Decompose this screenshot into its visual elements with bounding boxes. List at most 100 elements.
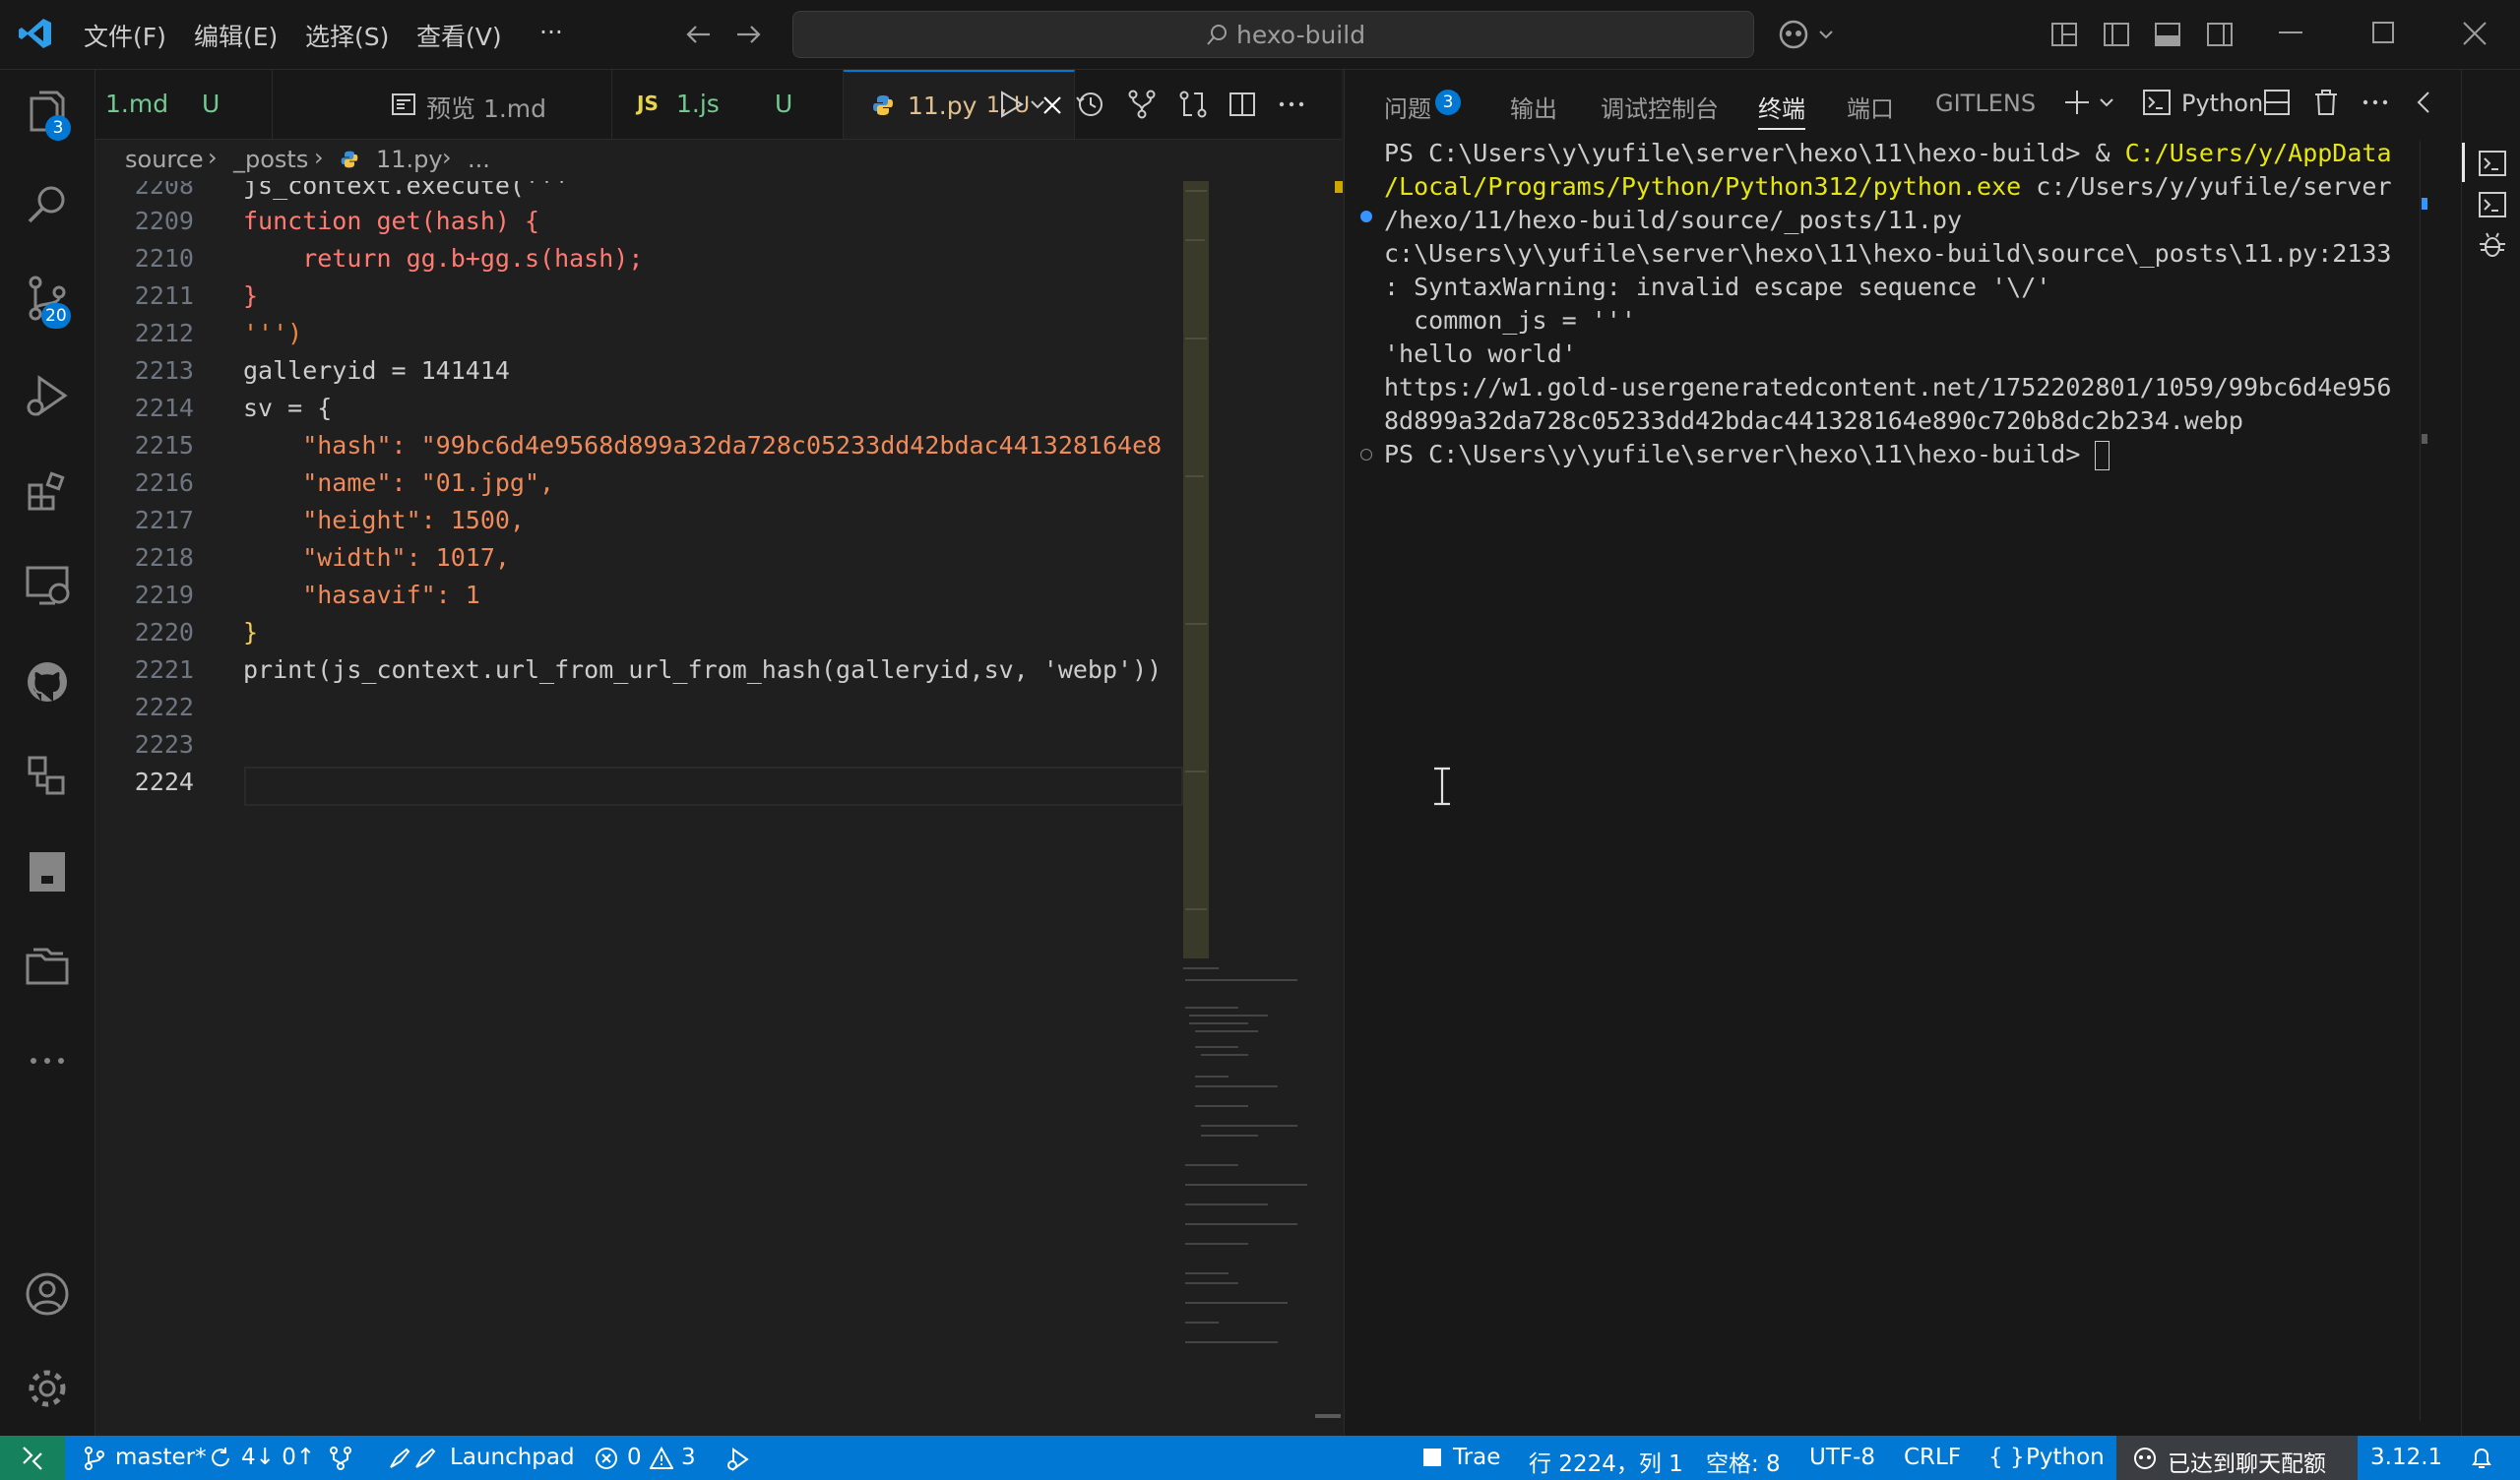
menu-selection[interactable]: 选择(S) — [305, 18, 389, 53]
terminal-line: PS C:\Users\y\yufile\server\hexo\11\hexo… — [1384, 139, 2392, 167]
code-line: 2211} — [134, 281, 259, 310]
tab-1-md[interactable]: 1.md U — [95, 70, 273, 139]
tab-gitlens[interactable]: GITLENS — [1935, 90, 2036, 117]
minimize-icon[interactable] — [2279, 31, 2302, 33]
trash-icon[interactable] — [2311, 88, 2341, 117]
line-endings[interactable]: CRLF — [1904, 1445, 1961, 1470]
editor-scrollbar-thumb[interactable] — [1315, 1414, 1341, 1418]
terminal-name[interactable]: Python — [2181, 90, 2263, 117]
breadcrumb-posts[interactable]: _posts — [233, 146, 308, 173]
launchpad[interactable]: Launchpad — [450, 1445, 575, 1470]
terminal-line: common_js = ''' — [1384, 306, 1636, 335]
git-branch[interactable]: master* — [115, 1445, 207, 1470]
restore-icon[interactable] — [2372, 22, 2394, 43]
chevron-left-icon[interactable] — [2410, 88, 2439, 117]
toggle-panel-icon[interactable] — [2153, 20, 2182, 49]
copilot-icon[interactable] — [1777, 18, 1836, 51]
github-icon[interactable] — [24, 658, 71, 706]
split-terminal-icon[interactable] — [2262, 88, 2292, 117]
accounts-icon[interactable] — [24, 1270, 71, 1318]
customize-layout-icon[interactable] — [2049, 20, 2079, 49]
rocket-icon — [387, 1446, 436, 1471]
bell-icon[interactable] — [2469, 1446, 2494, 1471]
more-views-icon[interactable] — [24, 1037, 71, 1084]
tab-status: U — [775, 90, 793, 118]
git-graph-icon[interactable] — [328, 1446, 353, 1471]
tab-terminal[interactable]: 终端 — [1758, 90, 1805, 130]
forward-arrow-icon[interactable] — [733, 20, 763, 49]
breadcrumb-source[interactable]: source — [125, 146, 204, 173]
command-center-label: hexo-build — [1236, 21, 1366, 49]
preview-icon — [391, 92, 416, 117]
timeline-history-icon[interactable] — [1075, 90, 1104, 119]
command-center-search[interactable]: hexo-build — [792, 11, 1754, 58]
toggle-primary-sidebar-icon[interactable] — [2102, 20, 2131, 49]
search-icon[interactable] — [24, 182, 71, 229]
tab-debug-console[interactable]: 调试控制台 — [1601, 90, 1719, 124]
explorer-badge: 3 — [45, 115, 71, 141]
extensions-icon[interactable] — [24, 467, 71, 515]
command-decoration-dot[interactable] — [1360, 449, 1372, 461]
python-version[interactable]: 3.12.1 — [2370, 1445, 2442, 1470]
terminal-prompt: PS C:\Users\y\yufile\server\hexo\11\hexo… — [1384, 440, 2110, 473]
tab-status: U — [202, 90, 220, 118]
compare-changes-icon[interactable] — [1178, 90, 1208, 119]
chat-quota-indicator[interactable]: 已达到聊天配额 — [2116, 1436, 2358, 1480]
more-actions-icon[interactable] — [2361, 88, 2390, 117]
git-graph-icon[interactable] — [1127, 90, 1157, 119]
debug-run-icon[interactable] — [725, 1447, 751, 1472]
tab-1-js[interactable]: JS 1.js U — [612, 70, 844, 139]
code-line: 2221 print(js_context.url_from_url_from_h… — [134, 655, 1163, 684]
encoding[interactable]: UTF-8 — [1809, 1445, 1875, 1470]
back-arrow-icon[interactable] — [684, 20, 714, 49]
trae-status[interactable]: Trae — [1453, 1445, 1500, 1470]
source-control-icon[interactable]: 20 — [24, 275, 71, 329]
search-icon — [1205, 24, 1228, 47]
indentation[interactable]: 空格: 8 — [1706, 1445, 1781, 1478]
new-terminal-icon[interactable] — [2063, 88, 2122, 117]
git-sync-status[interactable]: 4↓ 0↑ — [241, 1445, 315, 1470]
debug-terminal-icon[interactable] — [2478, 230, 2507, 260]
breadcrumb: source › _posts › 11.py › ... — [95, 140, 1342, 181]
panel-view-icon[interactable] — [24, 848, 71, 895]
breadcrumb-symbol[interactable]: ... — [468, 146, 490, 173]
remote-indicator[interactable] — [0, 1436, 65, 1480]
close-window-icon[interactable] — [2461, 20, 2488, 47]
menu-more[interactable]: ··· — [539, 18, 563, 46]
menu-edit[interactable]: 编辑(E) — [194, 18, 278, 53]
tab-output[interactable]: 输出 — [1510, 90, 1557, 124]
warning-count[interactable]: 3 — [681, 1445, 696, 1470]
code-line: 2214 sv = { — [134, 394, 333, 422]
explorer-icon[interactable]: 3 — [24, 89, 71, 141]
terminal-icon — [2142, 88, 2172, 117]
tab-problems[interactable]: 问题 — [1384, 90, 1431, 124]
code-line: 2213 galleryid = 141414 — [134, 356, 510, 385]
error-count[interactable]: 0 — [627, 1445, 642, 1470]
gitlens-icon[interactable] — [24, 752, 71, 799]
run-debug-icon[interactable] — [24, 372, 71, 419]
terminal-instance-icon[interactable] — [2478, 190, 2507, 219]
terminal-scrollbar[interactable] — [2420, 141, 2434, 1420]
toggle-secondary-sidebar-icon[interactable] — [2205, 20, 2235, 49]
chevron-right-icon: › — [442, 144, 452, 171]
tab-ports[interactable]: 端口 — [1847, 90, 1894, 124]
project-manager-icon[interactable] — [24, 942, 71, 989]
more-actions-icon[interactable] — [1277, 90, 1306, 119]
tab-preview-1-md[interactable]: 预览 1.md — [273, 70, 612, 139]
terminal-instance-icon[interactable] — [2478, 149, 2507, 178]
language-mode[interactable]: Python — [2026, 1445, 2105, 1470]
problems-badge: 3 — [1435, 90, 1461, 115]
source-control-badge: 20 — [41, 303, 71, 329]
command-decoration-dot[interactable] — [1360, 211, 1372, 222]
run-python-icon[interactable] — [998, 90, 1047, 119]
remote-explorer-icon[interactable] — [24, 562, 71, 609]
cursor-position[interactable]: 行 2224，列 1 — [1529, 1445, 1683, 1478]
minimap[interactable] — [1179, 181, 1317, 1362]
split-editor-icon[interactable] — [1228, 90, 1257, 119]
settings-gear-icon[interactable] — [24, 1365, 71, 1412]
code-editor[interactable]: 2208 js_context.execute(''' 2209 function … — [95, 181, 1178, 1431]
breadcrumb-file[interactable]: 11.py — [376, 146, 443, 173]
bottom-panel: 问题 3 输出 调试控制台 终端 端口 GITLENS Python PS C:… — [1344, 70, 2462, 1436]
menu-view[interactable]: 查看(V) — [416, 18, 502, 53]
menu-file[interactable]: 文件(F) — [84, 18, 166, 53]
